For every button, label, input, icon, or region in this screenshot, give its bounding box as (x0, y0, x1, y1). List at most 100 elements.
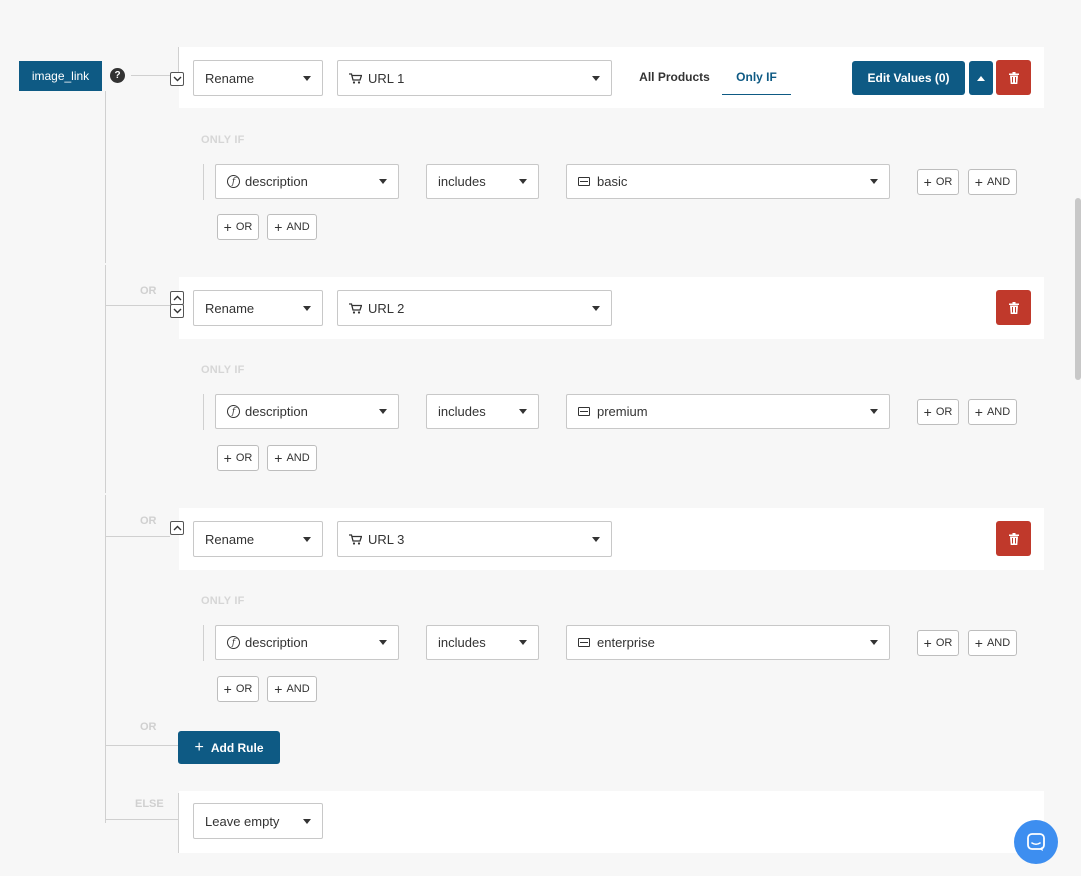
tab-all-products[interactable]: All Products (631, 59, 718, 95)
button-label: OR (935, 406, 953, 418)
caret-down-icon (303, 818, 311, 824)
tab-only-if[interactable]: Only IF (722, 59, 791, 95)
rule-2-condition-value[interactable]: premium (566, 394, 890, 429)
tree-connector (105, 536, 170, 537)
rule-1-value: URL 1 (368, 70, 405, 86)
caret-down-icon (379, 640, 387, 645)
rule-3-condition-attribute[interactable]: f description (215, 625, 399, 660)
chat-icon (1027, 833, 1045, 851)
caret-down-icon (592, 75, 600, 81)
chevron-down-icon[interactable] (170, 304, 184, 318)
add-and-group-button[interactable]: + AND (267, 445, 317, 471)
plus-icon: + (223, 450, 232, 466)
chevron-up-icon[interactable] (170, 291, 184, 305)
rule-1-value-select[interactable]: URL 1 (337, 60, 612, 96)
add-or-condition-button[interactable]: + OR (917, 399, 959, 425)
rule-1-condition-value[interactable]: basic (566, 164, 890, 199)
plus-icon: + (223, 681, 232, 697)
caret-down-icon (519, 640, 527, 645)
button-label: OR (935, 176, 953, 188)
only-if-label: ONLY IF (201, 364, 245, 376)
caret-down-icon (303, 75, 311, 81)
plus-icon: + (974, 404, 983, 420)
plus-icon: + (194, 738, 204, 756)
text-field-icon (578, 177, 590, 186)
rule-3-value-select[interactable]: URL 3 (337, 521, 612, 557)
rule-1-condition-operator[interactable]: includes (426, 164, 539, 199)
add-and-group-button[interactable]: + AND (267, 676, 317, 702)
tree-connector (105, 745, 178, 746)
or-label: OR (140, 285, 157, 297)
rule-1-condition-attribute[interactable]: f description (215, 164, 399, 199)
condition-value: basic (597, 174, 628, 189)
rule-1-action: Rename (205, 70, 255, 86)
plus-icon: + (923, 404, 932, 420)
button-label: AND (986, 637, 1011, 649)
button-label: OR (235, 452, 253, 464)
caret-down-icon (519, 409, 527, 414)
else-action: Leave empty (205, 813, 280, 829)
plus-icon: + (974, 635, 983, 651)
caret-down-icon (870, 640, 878, 645)
button-label: AND (286, 452, 310, 464)
edit-values-button[interactable]: Edit Values (0) (852, 61, 965, 95)
add-or-condition-button[interactable]: + OR (917, 630, 959, 656)
plus-icon: + (923, 635, 932, 651)
add-or-group-button[interactable]: + OR (217, 445, 259, 471)
function-icon: f (227, 636, 240, 649)
cart-icon (349, 302, 362, 314)
add-and-condition-button[interactable]: + AND (968, 630, 1017, 656)
rule-3-condition-operator[interactable]: includes (426, 625, 539, 660)
chevron-up-icon[interactable] (170, 521, 184, 535)
delete-rule-2-button[interactable] (996, 290, 1031, 325)
button-label: AND (286, 221, 310, 233)
caret-down-icon (592, 305, 600, 311)
tree-line (105, 495, 106, 823)
add-and-group-button[interactable]: + AND (267, 214, 317, 240)
add-rule-button[interactable]: + Add Rule (178, 731, 280, 764)
rule-1-action-select[interactable]: Rename (193, 60, 323, 96)
rule-2-condition-attribute[interactable]: f description (215, 394, 399, 429)
trash-icon (1008, 532, 1019, 545)
add-and-condition-button[interactable]: + AND (968, 169, 1017, 195)
else-label: ELSE (135, 798, 164, 810)
condition-line (203, 625, 204, 661)
add-or-condition-button[interactable]: + OR (917, 169, 959, 195)
else-action-select[interactable]: Leave empty (193, 803, 323, 839)
move-up-button[interactable] (969, 61, 993, 95)
tree-connector (105, 305, 170, 306)
button-label: AND (286, 683, 310, 695)
function-icon: f (227, 405, 240, 418)
help-icon[interactable]: ? (110, 68, 125, 83)
condition-operator: includes (438, 174, 486, 189)
chat-button[interactable] (1014, 820, 1058, 864)
caret-down-icon (303, 536, 311, 542)
add-or-group-button[interactable]: + OR (217, 214, 259, 240)
caret-down-icon (870, 179, 878, 184)
condition-value: premium (597, 404, 648, 419)
delete-rule-1-button[interactable] (996, 60, 1031, 95)
condition-attribute: description (245, 404, 308, 419)
caret-up-icon (977, 75, 985, 81)
rule-3-condition-value[interactable]: enterprise (566, 625, 890, 660)
scrollbar-thumb[interactable] (1075, 198, 1081, 380)
condition-operator: includes (438, 635, 486, 650)
rule-2-value-select[interactable]: URL 2 (337, 290, 612, 326)
button-label: AND (986, 176, 1011, 188)
rule-3-action-select[interactable]: Rename (193, 521, 323, 557)
rule-2-condition-operator[interactable]: includes (426, 394, 539, 429)
or-label: OR (140, 721, 157, 733)
plus-icon: + (274, 219, 283, 235)
button-label: AND (986, 406, 1011, 418)
condition-attribute: description (245, 635, 308, 650)
tree-connector (131, 75, 171, 76)
tree-line (105, 265, 106, 493)
chevron-down-icon[interactable] (170, 72, 184, 86)
trash-icon (1008, 301, 1019, 314)
delete-rule-3-button[interactable] (996, 521, 1031, 556)
add-or-group-button[interactable]: + OR (217, 676, 259, 702)
add-and-condition-button[interactable]: + AND (968, 399, 1017, 425)
rule-2-action-select[interactable]: Rename (193, 290, 323, 326)
field-name-tag: image_link (19, 61, 102, 91)
only-if-label: ONLY IF (201, 595, 245, 607)
